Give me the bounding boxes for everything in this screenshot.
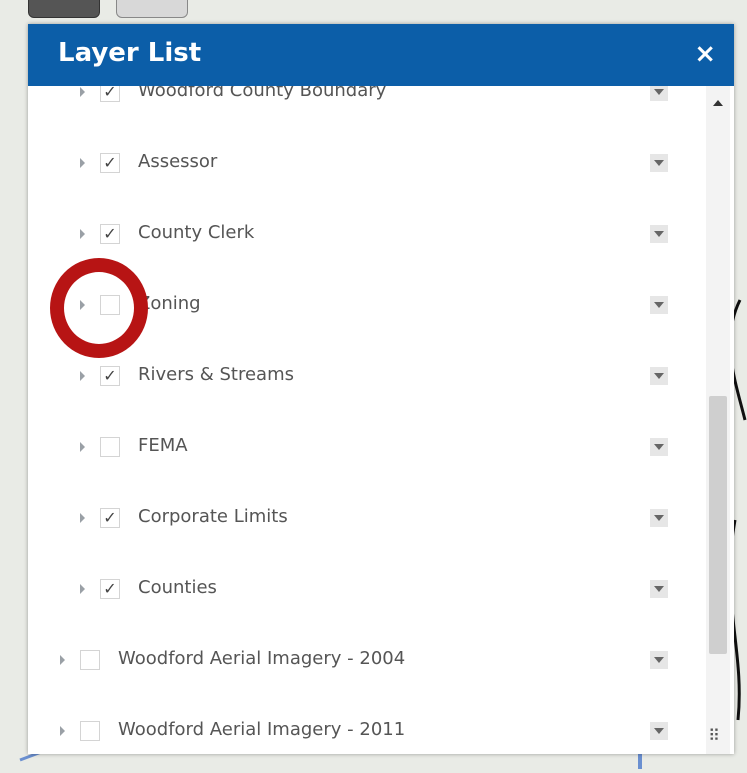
layer-row: Woodford Aerial Imagery - 2004	[28, 642, 704, 682]
expand-caret-icon[interactable]	[60, 655, 65, 665]
expand-caret-icon[interactable]	[80, 229, 85, 239]
expand-caret-icon[interactable]	[80, 158, 85, 168]
layer-label: Counties	[138, 577, 217, 598]
layer-row: ✓ Counties	[28, 571, 704, 611]
panel-header: Layer List ×	[28, 24, 734, 86]
map-tool-button-1[interactable]	[28, 0, 100, 18]
layer-menu-dropdown-icon[interactable]	[650, 225, 668, 243]
panel-title: Layer List	[58, 38, 202, 68]
layer-menu-dropdown-icon[interactable]	[650, 154, 668, 172]
layer-row: ✓ County Clerk	[28, 216, 704, 256]
layer-row: ✓ Rivers & Streams	[28, 358, 704, 398]
layer-visibility-checkbox[interactable]: ✓	[100, 366, 120, 386]
layer-menu-dropdown-icon[interactable]	[650, 438, 668, 456]
layer-row: ✓ Woodford County Boundary	[28, 86, 704, 114]
layer-menu-dropdown-icon[interactable]	[650, 296, 668, 314]
layer-visibility-checkbox[interactable]	[80, 721, 100, 741]
layer-menu-dropdown-icon[interactable]	[650, 86, 668, 101]
layer-visibility-checkbox[interactable]: ✓	[100, 86, 120, 102]
layer-label: Rivers & Streams	[138, 364, 294, 385]
expand-caret-icon[interactable]	[80, 87, 85, 97]
layer-menu-dropdown-icon[interactable]	[650, 367, 668, 385]
layer-row: ✓ Assessor	[28, 145, 704, 185]
layer-label: Assessor	[138, 151, 218, 172]
layer-visibility-checkbox[interactable]	[80, 650, 100, 670]
close-button[interactable]: ×	[694, 41, 716, 67]
expand-caret-icon[interactable]	[80, 371, 85, 381]
layer-visibility-checkbox[interactable]: ✓	[100, 579, 120, 599]
layer-label: Woodford Aerial Imagery - 2011	[118, 719, 406, 740]
layer-list-panel: Layer List × ✓ Woodford County Boundary ✓ A…	[28, 24, 734, 754]
expand-caret-icon[interactable]	[80, 442, 85, 452]
layer-visibility-checkbox[interactable]: ✓	[100, 224, 120, 244]
layer-menu-dropdown-icon[interactable]	[650, 580, 668, 598]
layer-row: Woodford Aerial Imagery - 2011	[28, 713, 704, 753]
layer-label: FEMA	[138, 435, 188, 456]
map-tool-button-2[interactable]	[116, 0, 188, 18]
layer-label: Corporate Limits	[138, 506, 288, 527]
highlight-circle-annotation	[50, 258, 148, 358]
scroll-up-arrow-icon[interactable]	[713, 100, 723, 106]
layer-menu-dropdown-icon[interactable]	[650, 722, 668, 740]
resize-grip-icon[interactable]: ⠿	[704, 726, 724, 746]
scrollbar[interactable]	[706, 86, 730, 754]
layer-label: Woodford Aerial Imagery - 2004	[118, 648, 406, 669]
layer-menu-dropdown-icon[interactable]	[650, 651, 668, 669]
layer-visibility-checkbox[interactable]: ✓	[100, 508, 120, 528]
layer-visibility-checkbox[interactable]	[100, 437, 120, 457]
expand-caret-icon[interactable]	[60, 726, 65, 736]
expand-caret-icon[interactable]	[80, 513, 85, 523]
layer-label: County Clerk	[138, 222, 255, 243]
layer-list: ✓ Woodford County Boundary ✓ Assessor ✓ Count…	[28, 86, 704, 754]
layer-visibility-checkbox[interactable]: ✓	[100, 153, 120, 173]
layer-row: FEMA	[28, 429, 704, 469]
layer-label: Woodford County Boundary	[138, 86, 387, 101]
expand-caret-icon[interactable]	[80, 584, 85, 594]
layer-menu-dropdown-icon[interactable]	[650, 509, 668, 527]
layer-row: ✓ Corporate Limits	[28, 500, 704, 540]
scrollbar-thumb[interactable]	[709, 396, 727, 654]
